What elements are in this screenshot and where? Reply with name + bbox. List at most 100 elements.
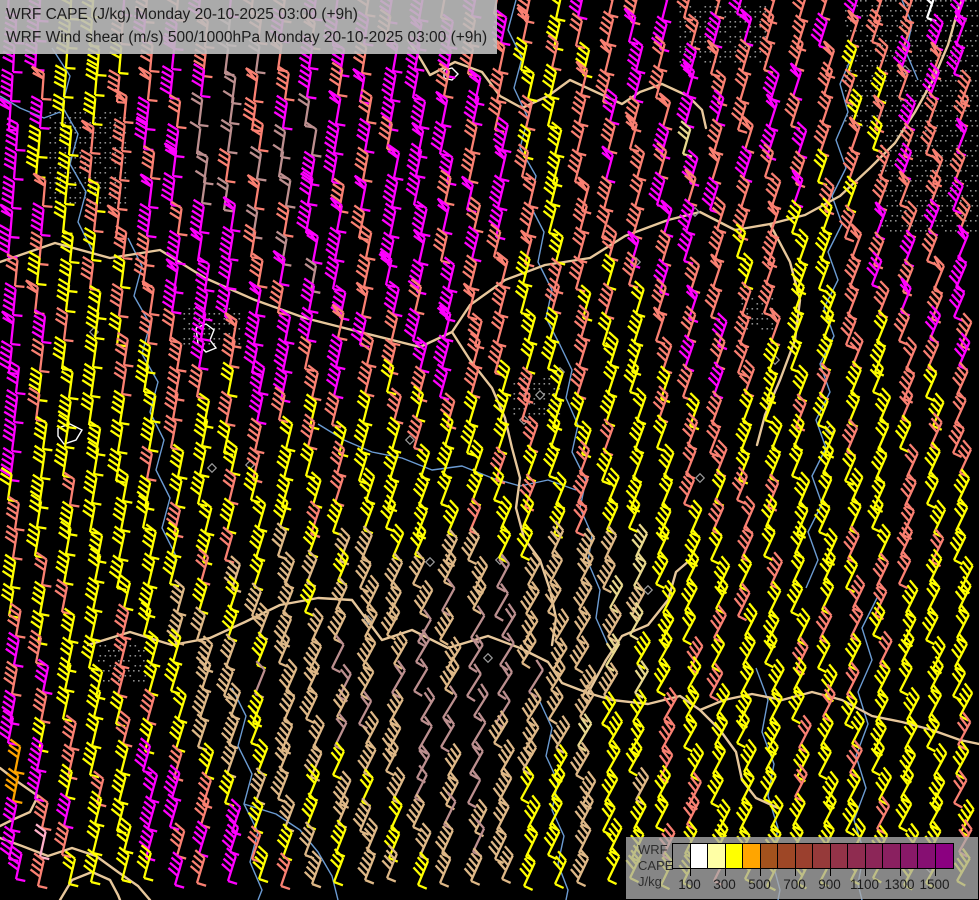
urban-dot: [856, 115, 859, 117]
urban-dot: [976, 145, 979, 147]
urban-dot: [99, 157, 102, 159]
urban-dot: [208, 333, 211, 335]
urban-dot: [679, 46, 682, 48]
urban-dot: [734, 46, 737, 48]
legend-tick-label: 1300: [884, 877, 915, 892]
urban-dot: [925, 170, 927, 172]
urban-dot: [905, 90, 907, 92]
urban-dot: [965, 150, 967, 152]
urban-dot: [885, 60, 887, 62]
urban-dot: [741, 323, 744, 325]
legend-color-swatch: [795, 844, 813, 868]
urban-dot: [59, 182, 62, 184]
urban-dot: [915, 220, 917, 222]
urban-dot: [759, 36, 762, 38]
urban-dot: [926, 5, 929, 7]
urban-dot: [513, 393, 516, 395]
urban-dot: [856, 55, 859, 57]
urban-dot: [925, 40, 927, 42]
urban-dot: [885, 80, 887, 82]
urban-dot: [911, 5, 914, 7]
urban-dot: [119, 675, 122, 677]
urban-dot: [861, 65, 864, 67]
urban-dot: [890, 110, 892, 112]
urban-dot: [971, 55, 974, 57]
legend-colorbar: [672, 843, 954, 869]
urban-dot: [213, 323, 216, 325]
urban-dot: [936, 115, 939, 117]
urban-dot: [694, 16, 697, 18]
urban-dot: [104, 142, 107, 144]
urban-dot: [896, 145, 899, 147]
urban-dot: [699, 51, 702, 53]
urban-dot: [966, 165, 969, 167]
urban-dot: [920, 40, 922, 42]
urban-dot: [936, 145, 939, 147]
urban-dot: [951, 205, 954, 207]
urban-dot: [920, 80, 922, 82]
urban-dot: [966, 115, 969, 117]
urban-dot: [936, 225, 939, 227]
urban-dot: [886, 205, 889, 207]
urban-dot: [228, 323, 231, 325]
urban-dot: [49, 152, 52, 154]
urban-dot: [946, 25, 949, 27]
urban-dot: [965, 170, 967, 172]
urban-dot: [935, 110, 937, 112]
urban-dot: [104, 167, 107, 169]
urban-dot: [771, 328, 774, 330]
urban-dot: [890, 220, 892, 222]
urban-dot: [694, 41, 697, 43]
urban-dot: [89, 137, 92, 139]
legend-color-swatch: [743, 844, 761, 868]
urban-dot: [896, 105, 899, 107]
urban-dot: [951, 185, 954, 187]
urban-dot: [891, 65, 894, 67]
urban-dot: [936, 5, 939, 7]
urban-dot: [976, 125, 979, 127]
urban-dot: [946, 85, 949, 87]
urban-dot: [223, 308, 226, 310]
urban-dot: [188, 308, 191, 310]
urban-dot: [744, 6, 747, 8]
urban-dot: [940, 80, 942, 82]
urban-dot: [895, 20, 897, 22]
urban-dot: [905, 200, 907, 202]
urban-dot: [734, 36, 737, 38]
urban-dot: [108, 650, 110, 652]
urban-dot: [975, 120, 977, 122]
urban-dot: [950, 0, 952, 2]
urban-dot: [860, 70, 862, 72]
urban-dot: [203, 333, 206, 335]
urban-dot: [945, 190, 947, 192]
urban-dot: [921, 215, 924, 217]
urban-dot: [895, 120, 897, 122]
urban-dot: [851, 115, 854, 117]
urban-dot: [900, 120, 902, 122]
urban-dot: [886, 165, 889, 167]
urban-dot: [104, 172, 107, 174]
urban-dot: [945, 220, 947, 222]
urban-dot: [970, 0, 972, 2]
urban-dot: [699, 41, 702, 43]
urban-dot: [975, 180, 977, 182]
legend-tick-label: 300: [713, 877, 736, 892]
urban-dot: [900, 100, 902, 102]
urban-dot: [69, 172, 72, 174]
urban-dot: [951, 75, 954, 77]
urban-dot: [946, 135, 949, 137]
urban-dot: [970, 30, 972, 32]
urban-dot: [99, 202, 102, 204]
urban-dot: [900, 230, 902, 232]
urban-dot: [749, 31, 752, 33]
urban-dot: [138, 670, 140, 672]
urban-dot: [976, 175, 979, 177]
urban-dot: [855, 40, 857, 42]
urban-dot: [911, 155, 914, 157]
urban-dot: [921, 25, 924, 27]
urban-dot: [915, 190, 917, 192]
urban-dot: [911, 95, 914, 97]
urban-dot: [921, 145, 924, 147]
urban-dot: [926, 115, 929, 117]
urban-dot: [109, 142, 112, 144]
